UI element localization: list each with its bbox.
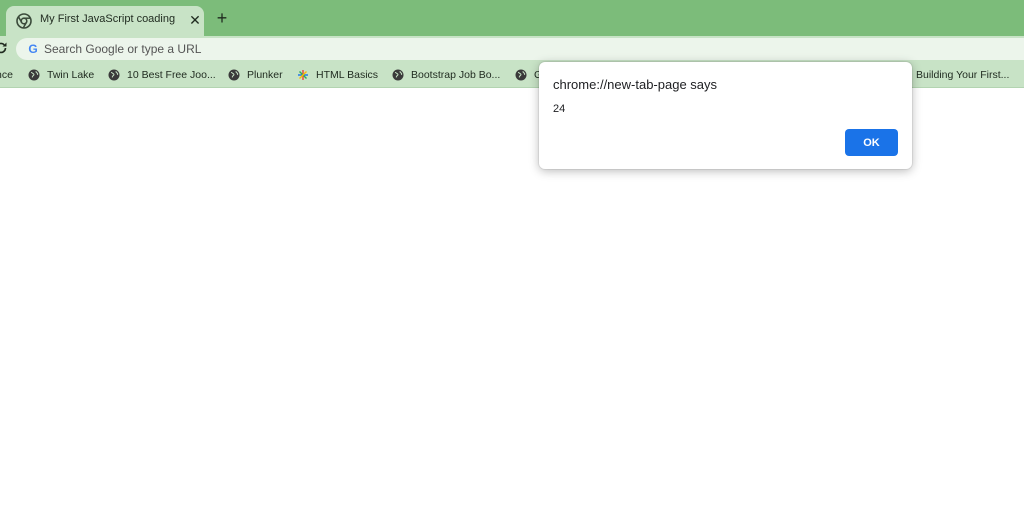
bookmark-item[interactable]: Twin Lake <box>28 68 94 82</box>
dialog-message: 24 <box>553 103 566 115</box>
globe-icon <box>392 69 404 81</box>
chrome-icon <box>16 13 32 29</box>
tab-active[interactable]: My First JavaScript coading ✕ <box>6 6 204 36</box>
new-tab-button[interactable]: + <box>214 9 230 27</box>
bookmark-item[interactable]: 10 Best Free Joo... <box>108 68 216 82</box>
star-burst-icon <box>298 70 308 80</box>
address-bar-input[interactable] <box>44 38 944 60</box>
globe-icon <box>28 69 40 81</box>
alert-dialog: chrome://new-tab-page says 24 OK <box>539 62 912 169</box>
google-icon: G <box>28 42 38 56</box>
bookmark-item[interactable]: Bootstrap Job Bo... <box>392 68 500 82</box>
bookmark-item[interactable]: Plunker <box>228 68 283 82</box>
dialog-title: chrome://new-tab-page says <box>553 77 718 92</box>
omnibox[interactable]: G <box>16 38 1024 60</box>
bookmark-item[interactable]: nce <box>0 68 13 82</box>
toolbar: G <box>0 36 1024 62</box>
globe-icon <box>108 69 120 81</box>
close-tab-icon[interactable]: ✕ <box>187 12 203 28</box>
tab-title: My First JavaScript coading <box>40 13 176 25</box>
reload-icon[interactable] <box>0 41 8 55</box>
bookmark-item[interactable]: HTML Basics <box>297 68 378 82</box>
globe-icon <box>228 69 240 81</box>
ok-button[interactable]: OK <box>845 129 898 156</box>
bookmark-item[interactable]: Building Your First... <box>916 68 1009 82</box>
globe-icon <box>515 69 527 81</box>
tab-strip: My First JavaScript coading ✕ + <box>0 0 1024 36</box>
